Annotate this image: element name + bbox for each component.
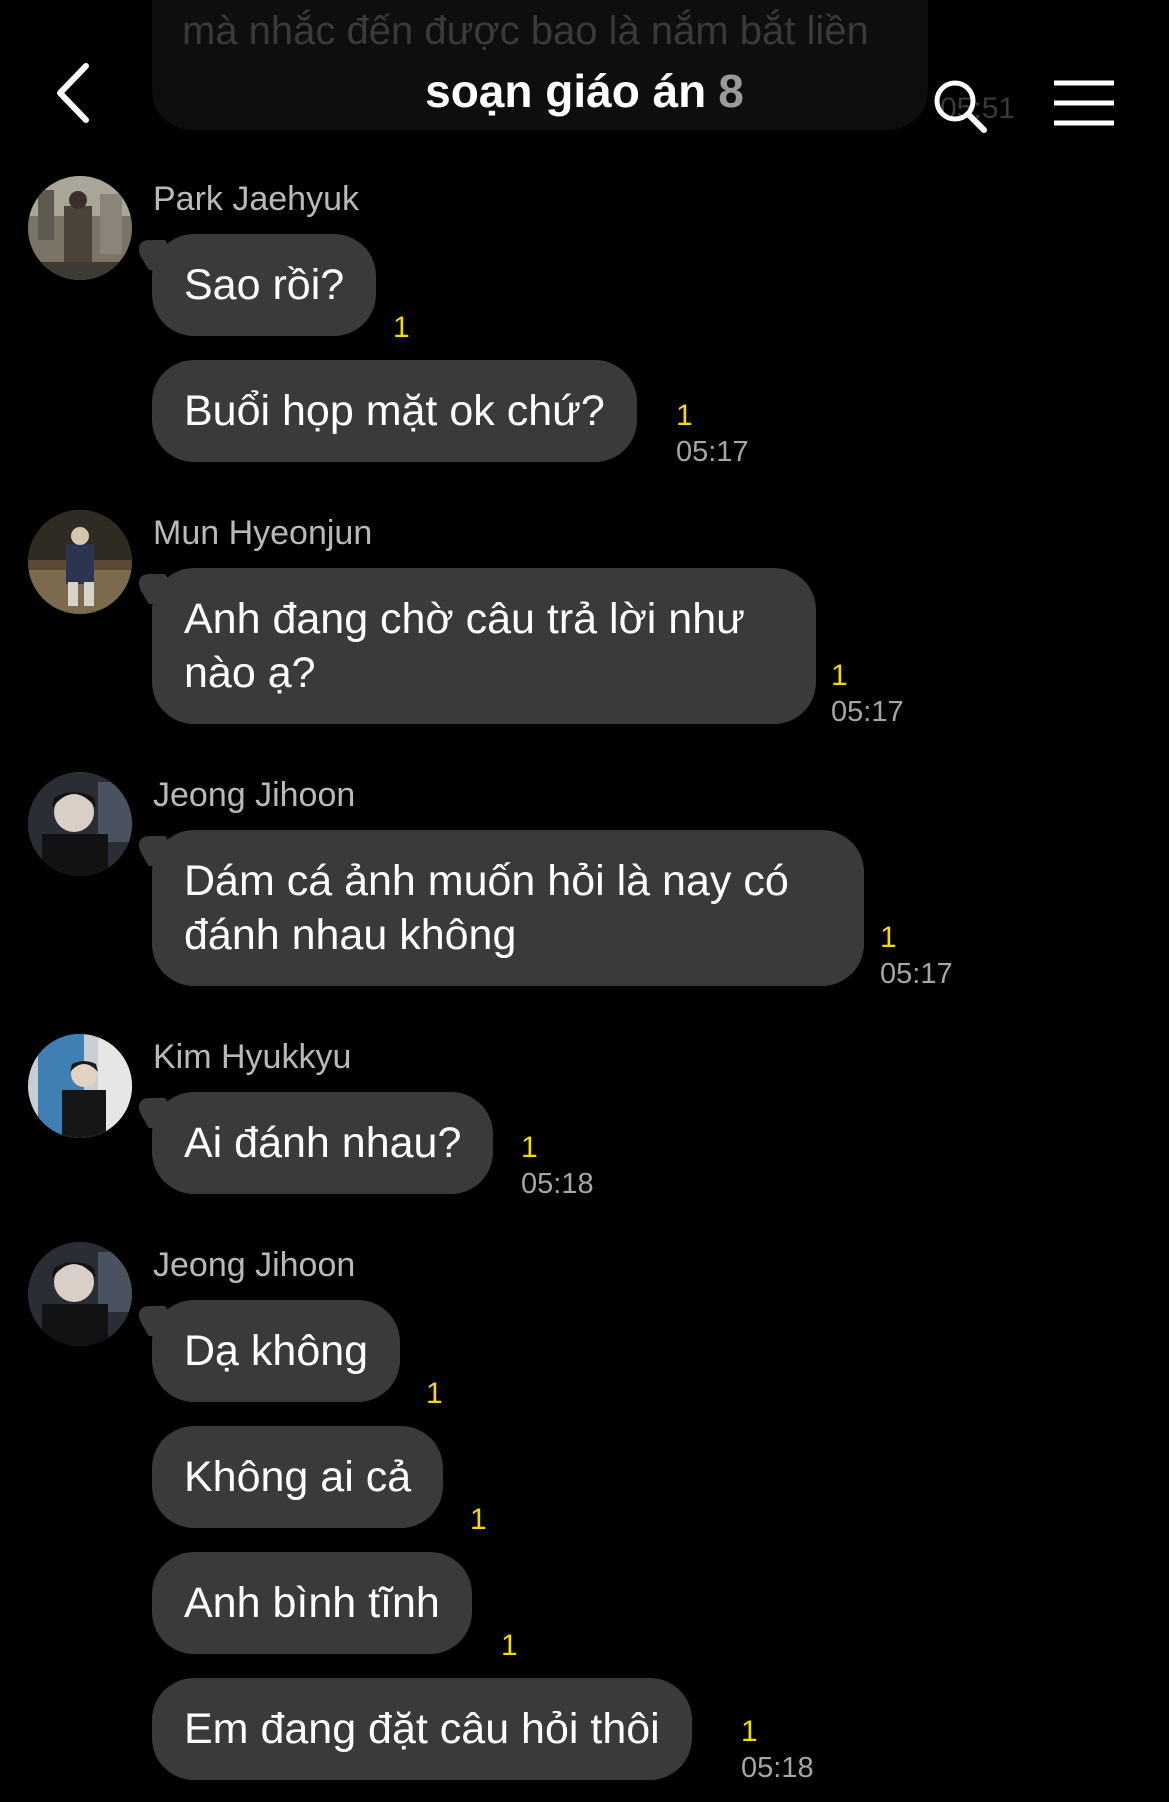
avatar[interactable]	[28, 772, 132, 876]
sender-name: Jeong Jihoon	[153, 1246, 356, 1284]
message-meta: 1	[426, 1376, 443, 1412]
avatar[interactable]	[28, 510, 132, 614]
avatar-photo	[28, 1242, 132, 1346]
chat-header: soạn giáo án 8	[0, 0, 1169, 180]
message-bubble[interactable]: Không ai cả	[152, 1426, 444, 1528]
chat-title: soạn giáo án 8	[0, 64, 1169, 118]
unread-count: 1	[470, 1503, 487, 1536]
unread-count: 1	[393, 311, 410, 344]
message-bubble[interactable]: Dạ không	[152, 1300, 401, 1402]
avatar-photo	[28, 772, 132, 876]
avatar[interactable]	[28, 176, 132, 280]
message-time: 05:17	[676, 436, 749, 468]
unread-count: 1	[676, 399, 693, 432]
avatar[interactable]	[28, 1034, 132, 1138]
message-bubble[interactable]: Em đang đặt câu hỏi thôi	[152, 1678, 692, 1780]
message-meta: 1 05:17	[676, 398, 749, 470]
menu-icon	[1054, 80, 1114, 126]
message-bubble[interactable]: Buổi họp mặt ok chứ?	[152, 360, 637, 462]
sender-name: Park Jaehyuk	[153, 180, 359, 218]
chat-screen: mà nhắc đến được bao là nắm bắt liền 05:…	[0, 0, 1169, 1802]
message-meta: 1	[501, 1628, 518, 1664]
avatar-photo	[28, 176, 132, 280]
message-bubble[interactable]: Anh bình tĩnh	[152, 1552, 472, 1654]
search-button[interactable]	[930, 76, 990, 136]
message-meta: 1	[470, 1502, 487, 1538]
unread-count: 1	[501, 1629, 518, 1662]
message-time: 05:18	[521, 1168, 594, 1200]
unread-count: 1	[831, 659, 848, 692]
message-bubble[interactable]: Dám cá ảnh muốn hỏi là nay có đánh nhau …	[152, 830, 864, 986]
sender-name: Jeong Jihoon	[153, 776, 356, 814]
message-time: 05:17	[880, 958, 953, 990]
message-bubble[interactable]: Anh đang chờ câu trả lời như nào ạ?	[152, 568, 816, 724]
message-meta: 1	[393, 310, 410, 346]
message-bubble[interactable]: Ai đánh nhau?	[152, 1092, 494, 1194]
message-meta: 1 05:17	[831, 658, 904, 730]
avatar[interactable]	[28, 1242, 132, 1346]
unread-count: 1	[880, 921, 897, 954]
sender-name: Mun Hyeonjun	[153, 514, 373, 552]
message-time: 05:17	[831, 696, 904, 728]
unread-count: 1	[521, 1131, 538, 1164]
menu-button[interactable]	[1052, 78, 1116, 128]
message-meta: 1 05:18	[521, 1130, 594, 1202]
message-meta: 1 05:18	[741, 1714, 814, 1786]
sender-name: Kim Hyukkyu	[153, 1038, 352, 1076]
message-bubble[interactable]: Sao rồi?	[152, 234, 377, 336]
unread-count: 1	[426, 1377, 443, 1410]
message-meta: 1 05:17	[880, 920, 953, 992]
chat-name: soạn giáo án	[425, 65, 707, 117]
avatar-photo	[28, 1034, 132, 1138]
member-count: 8	[718, 65, 744, 117]
message-time: 05:18	[741, 1752, 814, 1784]
search-icon	[934, 80, 987, 133]
unread-count: 1	[741, 1715, 758, 1748]
avatar-photo	[28, 510, 132, 614]
